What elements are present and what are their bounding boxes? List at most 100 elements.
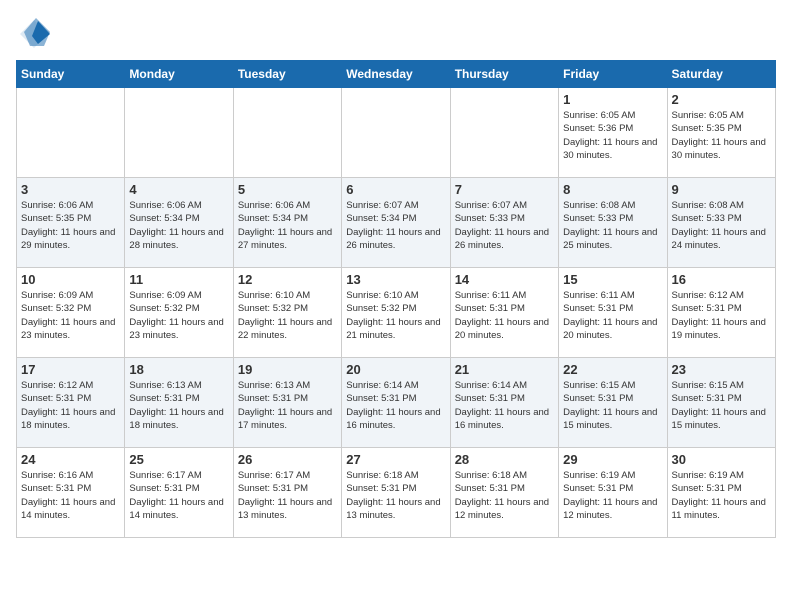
day-info: Sunrise: 6:13 AM Sunset: 5:31 PM Dayligh… xyxy=(129,379,228,432)
day-info: Sunrise: 6:11 AM Sunset: 5:31 PM Dayligh… xyxy=(455,289,554,342)
calendar-cell: 7Sunrise: 6:07 AM Sunset: 5:33 PM Daylig… xyxy=(450,178,558,268)
day-number: 15 xyxy=(563,272,662,287)
calendar-cell: 23 Sunrise: 6:15 AM Sunset: 5:31 PM Dayli… xyxy=(667,358,775,448)
calendar-cell: 29 Sunrise: 6:19 AM Sunset: 5:31 PM Dayli… xyxy=(559,448,667,538)
week-row-4: 17Sunrise: 6:12 AM Sunset: 5:31 PM Dayli… xyxy=(17,358,776,448)
day-number: 6 xyxy=(346,182,445,197)
calendar-body: 1 Sunrise: 6:05 AM Sunset: 5:36 PM Daylig… xyxy=(17,88,776,538)
day-number: 19 xyxy=(238,362,337,377)
day-number: 25 xyxy=(129,452,228,467)
calendar-cell: 28 Sunrise: 6:18 AM Sunset: 5:31 PM Dayli… xyxy=(450,448,558,538)
day-info: Sunrise: 6:08 AM Sunset: 5:33 PM Dayligh… xyxy=(563,199,662,252)
day-number: 12 xyxy=(238,272,337,287)
page-header xyxy=(16,16,776,52)
calendar-cell: 1 Sunrise: 6:05 AM Sunset: 5:36 PM Daylig… xyxy=(559,88,667,178)
calendar-cell: 14 Sunrise: 6:11 AM Sunset: 5:31 PM Dayli… xyxy=(450,268,558,358)
calendar-cell: 15 Sunrise: 6:11 AM Sunset: 5:31 PM Dayli… xyxy=(559,268,667,358)
calendar-cell: 19Sunrise: 6:13 AM Sunset: 5:31 PM Dayli… xyxy=(233,358,341,448)
calendar-cell: 12 Sunrise: 6:10 AM Sunset: 5:32 PM Dayli… xyxy=(233,268,341,358)
calendar-cell: 22 Sunrise: 6:15 AM Sunset: 5:31 PM Dayli… xyxy=(559,358,667,448)
day-number: 14 xyxy=(455,272,554,287)
day-info: Sunrise: 6:18 AM Sunset: 5:31 PM Dayligh… xyxy=(346,469,445,522)
day-number: 1 xyxy=(563,92,662,107)
logo xyxy=(16,16,58,52)
header-tuesday: Tuesday xyxy=(233,61,341,88)
day-number: 13 xyxy=(346,272,445,287)
calendar-cell: 3 Sunrise: 6:06 AM Sunset: 5:35 PM Daylig… xyxy=(17,178,125,268)
day-info: Sunrise: 6:09 AM Sunset: 5:32 PM Dayligh… xyxy=(21,289,120,342)
day-info: Sunrise: 6:14 AM Sunset: 5:31 PM Dayligh… xyxy=(346,379,445,432)
calendar-table: SundayMondayTuesdayWednesdayThursdayFrid… xyxy=(16,60,776,538)
day-info: Sunrise: 6:08 AM Sunset: 5:33 PM Dayligh… xyxy=(672,199,771,252)
calendar-cell: 10 Sunrise: 6:09 AM Sunset: 5:32 PM Dayli… xyxy=(17,268,125,358)
calendar-cell: 30 Sunrise: 6:19 AM Sunset: 5:31 PM Dayli… xyxy=(667,448,775,538)
day-number: 9 xyxy=(672,182,771,197)
header-monday: Monday xyxy=(125,61,233,88)
header-wednesday: Wednesday xyxy=(342,61,450,88)
day-number: 10 xyxy=(21,272,120,287)
calendar-cell xyxy=(125,88,233,178)
day-number: 23 xyxy=(672,362,771,377)
calendar-cell: 25Sunrise: 6:17 AM Sunset: 5:31 PM Dayli… xyxy=(125,448,233,538)
day-info: Sunrise: 6:07 AM Sunset: 5:34 PM Dayligh… xyxy=(346,199,445,252)
day-info: Sunrise: 6:10 AM Sunset: 5:32 PM Dayligh… xyxy=(346,289,445,342)
header-sunday: Sunday xyxy=(17,61,125,88)
day-info: Sunrise: 6:12 AM Sunset: 5:31 PM Dayligh… xyxy=(672,289,771,342)
day-info: Sunrise: 6:05 AM Sunset: 5:36 PM Dayligh… xyxy=(563,109,662,162)
calendar-header: SundayMondayTuesdayWednesdayThursdayFrid… xyxy=(17,61,776,88)
day-number: 29 xyxy=(563,452,662,467)
week-row-3: 10 Sunrise: 6:09 AM Sunset: 5:32 PM Dayli… xyxy=(17,268,776,358)
calendar-cell: 11 Sunrise: 6:09 AM Sunset: 5:32 PM Dayli… xyxy=(125,268,233,358)
calendar-cell: 27 Sunrise: 6:18 AM Sunset: 5:31 PM Dayli… xyxy=(342,448,450,538)
day-number: 8 xyxy=(563,182,662,197)
calendar-cell: 4 Sunrise: 6:06 AM Sunset: 5:34 PM Daylig… xyxy=(125,178,233,268)
day-number: 16 xyxy=(672,272,771,287)
calendar-cell: 17Sunrise: 6:12 AM Sunset: 5:31 PM Dayli… xyxy=(17,358,125,448)
day-number: 20 xyxy=(346,362,445,377)
day-info: Sunrise: 6:17 AM Sunset: 5:31 PM Dayligh… xyxy=(238,469,337,522)
day-info: Sunrise: 6:19 AM Sunset: 5:31 PM Dayligh… xyxy=(563,469,662,522)
calendar-cell: 20 Sunrise: 6:14 AM Sunset: 5:31 PM Dayli… xyxy=(342,358,450,448)
day-info: Sunrise: 6:11 AM Sunset: 5:31 PM Dayligh… xyxy=(563,289,662,342)
header-thursday: Thursday xyxy=(450,61,558,88)
day-number: 24 xyxy=(21,452,120,467)
day-info: Sunrise: 6:06 AM Sunset: 5:34 PM Dayligh… xyxy=(238,199,337,252)
day-info: Sunrise: 6:12 AM Sunset: 5:31 PM Dayligh… xyxy=(21,379,120,432)
week-row-5: 24 Sunrise: 6:16 AM Sunset: 5:31 PM Dayli… xyxy=(17,448,776,538)
header-friday: Friday xyxy=(559,61,667,88)
day-number: 27 xyxy=(346,452,445,467)
day-number: 26 xyxy=(238,452,337,467)
calendar-cell: 9 Sunrise: 6:08 AM Sunset: 5:33 PM Daylig… xyxy=(667,178,775,268)
calendar-cell: 5 Sunrise: 6:06 AM Sunset: 5:34 PM Daylig… xyxy=(233,178,341,268)
calendar-cell xyxy=(450,88,558,178)
day-info: Sunrise: 6:15 AM Sunset: 5:31 PM Dayligh… xyxy=(672,379,771,432)
header-row: SundayMondayTuesdayWednesdayThursdayFrid… xyxy=(17,61,776,88)
day-info: Sunrise: 6:10 AM Sunset: 5:32 PM Dayligh… xyxy=(238,289,337,342)
calendar-cell: 8 Sunrise: 6:08 AM Sunset: 5:33 PM Daylig… xyxy=(559,178,667,268)
day-info: Sunrise: 6:06 AM Sunset: 5:35 PM Dayligh… xyxy=(21,199,120,252)
day-number: 22 xyxy=(563,362,662,377)
calendar-cell: 2Sunrise: 6:05 AM Sunset: 5:35 PM Daylig… xyxy=(667,88,775,178)
day-info: Sunrise: 6:18 AM Sunset: 5:31 PM Dayligh… xyxy=(455,469,554,522)
day-info: Sunrise: 6:09 AM Sunset: 5:32 PM Dayligh… xyxy=(129,289,228,342)
calendar-cell: 13 Sunrise: 6:10 AM Sunset: 5:32 PM Dayli… xyxy=(342,268,450,358)
day-number: 30 xyxy=(672,452,771,467)
day-number: 4 xyxy=(129,182,228,197)
calendar-cell xyxy=(17,88,125,178)
day-info: Sunrise: 6:06 AM Sunset: 5:34 PM Dayligh… xyxy=(129,199,228,252)
logo-icon xyxy=(16,16,52,52)
day-info: Sunrise: 6:19 AM Sunset: 5:31 PM Dayligh… xyxy=(672,469,771,522)
day-number: 28 xyxy=(455,452,554,467)
day-info: Sunrise: 6:16 AM Sunset: 5:31 PM Dayligh… xyxy=(21,469,120,522)
day-number: 7 xyxy=(455,182,554,197)
header-saturday: Saturday xyxy=(667,61,775,88)
day-number: 3 xyxy=(21,182,120,197)
day-number: 18 xyxy=(129,362,228,377)
calendar-cell: 6 Sunrise: 6:07 AM Sunset: 5:34 PM Daylig… xyxy=(342,178,450,268)
day-number: 5 xyxy=(238,182,337,197)
calendar-cell xyxy=(342,88,450,178)
calendar-cell: 21Sunrise: 6:14 AM Sunset: 5:31 PM Dayli… xyxy=(450,358,558,448)
day-number: 11 xyxy=(129,272,228,287)
calendar-cell xyxy=(233,88,341,178)
day-info: Sunrise: 6:15 AM Sunset: 5:31 PM Dayligh… xyxy=(563,379,662,432)
